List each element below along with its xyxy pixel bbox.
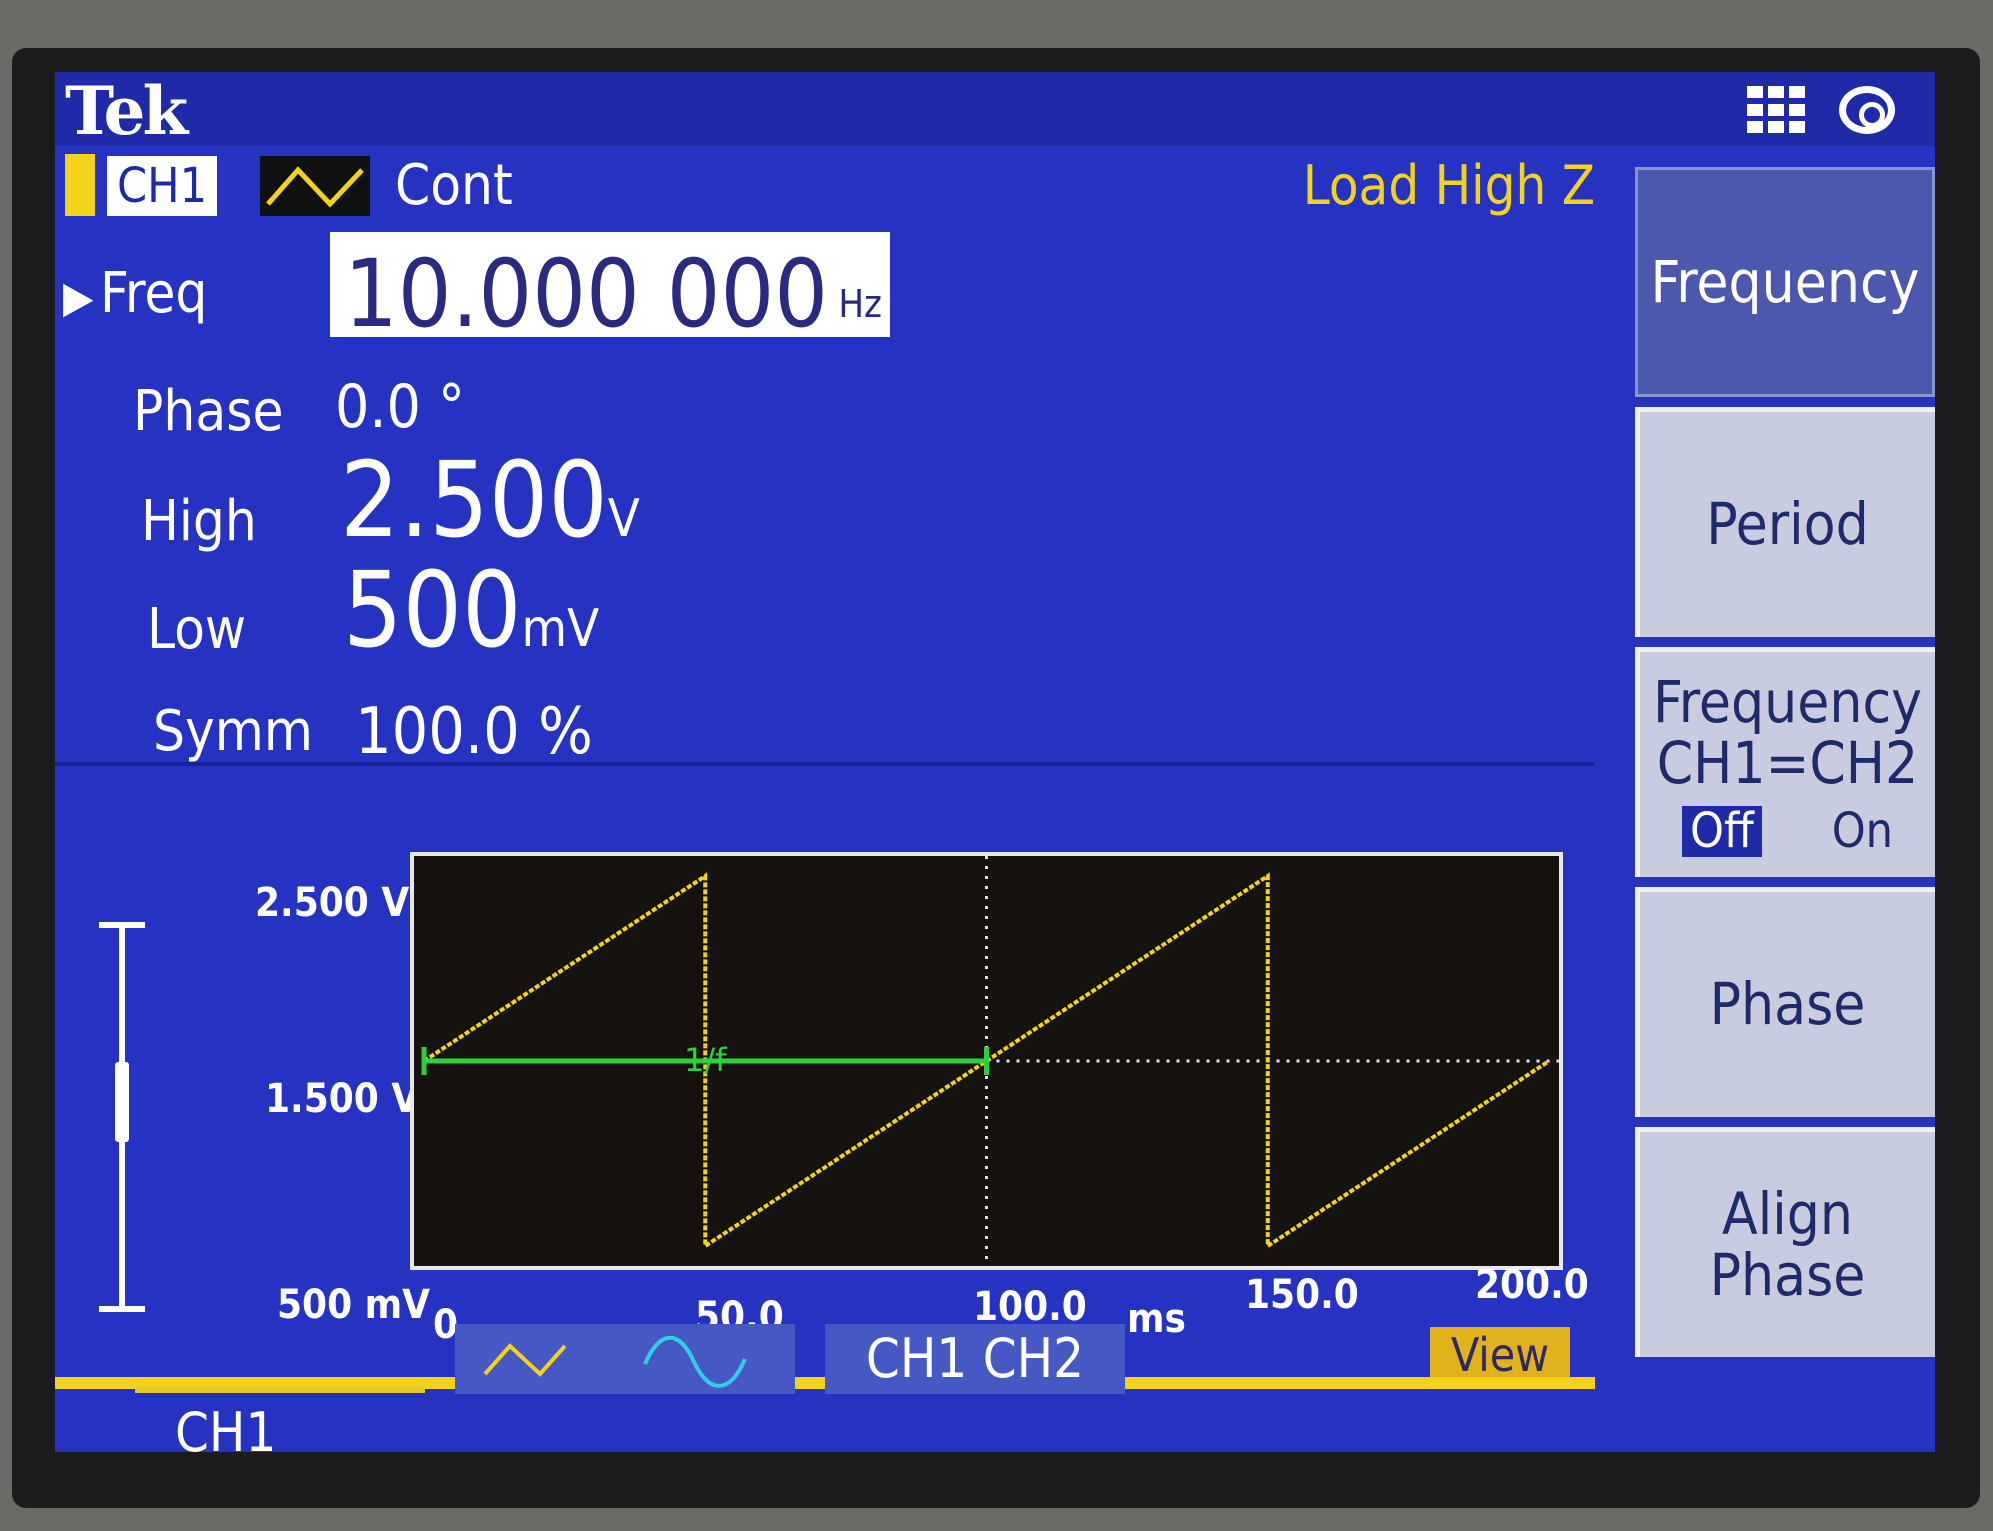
settings-icon[interactable]: [1839, 86, 1895, 134]
freq-label[interactable]: Freq: [100, 264, 207, 324]
low-value[interactable]: 500mV: [343, 558, 599, 662]
ch1-ch2-waves-icon: [483, 1335, 747, 1388]
toggle-on[interactable]: On: [1832, 806, 1893, 857]
x-tick-label: 200.0: [1475, 1262, 1589, 1308]
run-mode: Cont: [395, 153, 513, 218]
channel-label[interactable]: CH1: [107, 156, 218, 216]
load-impedance: Load High Z: [1302, 154, 1595, 217]
freq-input[interactable]: 10.000 000 Hz: [330, 232, 890, 349]
channel-status-bar: CH1 Cont Load High Z: [55, 150, 1595, 222]
amplitude-range-indicator: [99, 922, 145, 1312]
apps-grid-icon[interactable]: [1747, 86, 1805, 134]
waveform-plot: 1/f: [410, 852, 1563, 1270]
frequency-button[interactable]: Frequency: [1635, 167, 1935, 397]
freq-unit: Hz: [838, 282, 882, 326]
symm-label[interactable]: Symm: [153, 702, 313, 762]
low-label[interactable]: Low: [147, 600, 246, 660]
top-bar: Tek: [55, 72, 1935, 150]
channel-color-indicator: [65, 154, 95, 216]
phase-value[interactable]: 0.0 °: [335, 377, 465, 437]
align-phase-button[interactable]: Align Phase: [1635, 1127, 1935, 1357]
display-screen: Tek CH1 Cont Load High Z ▶ Freq 10.000 0…: [55, 72, 1935, 1452]
phase-label[interactable]: Phase: [133, 382, 283, 442]
x-tick-label: 150.0: [1245, 1272, 1359, 1318]
period-button[interactable]: Period: [1635, 407, 1935, 637]
x-unit-label: ms: [1127, 1296, 1186, 1342]
tab-ch1[interactable]: CH1: [135, 1387, 425, 1452]
brand-logo: Tek: [65, 72, 188, 150]
toggle-subtitle: CH1=CH2: [1656, 729, 1919, 798]
frequency-ch1-ch2-toggle[interactable]: Frequency CH1=CH2 Off On: [1635, 647, 1935, 877]
tab-waveforms[interactable]: [455, 1324, 795, 1394]
phase-button[interactable]: Phase: [1635, 887, 1935, 1117]
y-tick-label: 1.500 V: [265, 1076, 420, 1122]
ramp-wave-icon: [260, 156, 370, 216]
y-tick-label: 2.500 V: [255, 880, 410, 926]
divider: [55, 762, 1595, 766]
high-label[interactable]: High: [141, 492, 257, 552]
view-button[interactable]: View: [1430, 1327, 1570, 1383]
period-marker-label: 1/f: [684, 1041, 727, 1079]
freq-value: 10.000 000: [344, 240, 829, 349]
high-value[interactable]: 2.500V: [340, 448, 640, 552]
selected-arrow-icon: ▶: [63, 272, 94, 323]
y-tick-label: 500 mV: [277, 1282, 430, 1328]
symm-value[interactable]: 100.0 %: [355, 700, 593, 764]
toggle-off[interactable]: Off: [1681, 806, 1762, 857]
tab-ch1-ch2[interactable]: CH1 CH2: [825, 1324, 1125, 1394]
toggle-title: Frequency: [1652, 668, 1923, 737]
